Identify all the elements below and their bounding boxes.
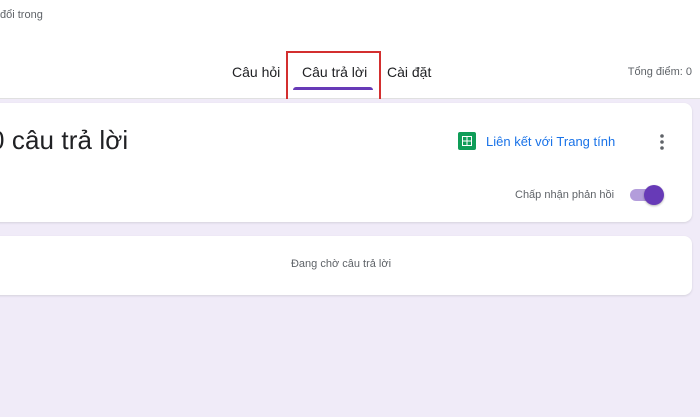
responses-canvas: 0 câu trả lời Liên kết với Trang tính Ch…	[0, 99, 700, 417]
tab-questions[interactable]: Câu hỏi	[232, 64, 280, 80]
form-header: đổi trong Câu hỏi Câu trả lời Cài đặt Tổ…	[0, 0, 700, 99]
link-to-sheets-button[interactable]: Liên kết với Trang tính	[458, 132, 615, 150]
tab-bar: Câu hỏi Câu trả lời Cài đặt	[0, 0, 700, 98]
accept-responses-label: Chấp nhận phản hồi	[515, 189, 615, 201]
sheets-link-label: Liên kết với Trang tính	[486, 133, 616, 149]
toggle-knob	[644, 185, 665, 205]
accept-responses-row: Chấp nhận phản hồi	[515, 185, 665, 205]
responses-summary-card: 0 câu trả lời Liên kết với Trang tính Ch…	[0, 103, 692, 222]
waiting-card: Đang chờ câu trả lời	[0, 236, 692, 295]
tab-responses[interactable]: Câu trả lời	[302, 64, 367, 80]
more-vert-icon	[660, 134, 664, 150]
more-options-button[interactable]	[652, 131, 672, 153]
sheets-icon	[458, 132, 476, 150]
total-points: Tổng điểm: 0	[627, 66, 692, 78]
response-count: 0 câu trả lời	[0, 125, 129, 155]
tab-settings[interactable]: Cài đặt	[387, 64, 431, 80]
accept-responses-toggle[interactable]	[628, 185, 665, 205]
active-tab-indicator	[293, 87, 373, 90]
waiting-message: Đang chờ câu trả lời	[290, 258, 392, 270]
